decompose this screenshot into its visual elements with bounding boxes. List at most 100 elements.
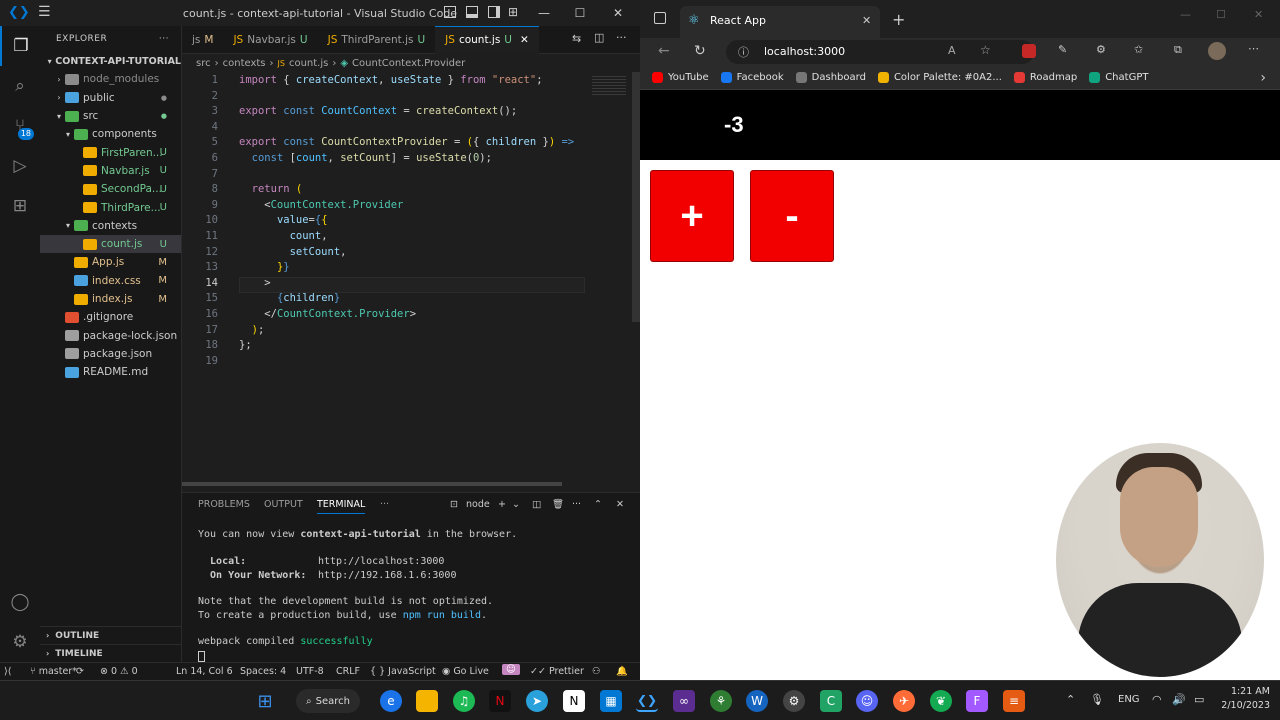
terminal-network-url[interactable]: http://192.168.1.6:3000: [318, 570, 456, 581]
camtasia-icon[interactable]: C: [820, 690, 842, 712]
figma-icon[interactable]: F: [966, 690, 988, 712]
layout-panel-icon[interactable]: [466, 6, 478, 18]
store-icon[interactable]: ▦: [600, 690, 622, 712]
spotify-icon[interactable]: ♫: [453, 690, 475, 712]
address-bar[interactable]: ⓘ localhost:3000 A ☆: [726, 40, 1034, 64]
notion-icon[interactable]: N: [563, 690, 585, 712]
tree-item[interactable]: package.json: [40, 345, 181, 363]
close-tab-icon[interactable]: ✕: [862, 14, 871, 27]
windows-start-icon[interactable]: ⊞: [254, 690, 276, 712]
tab-thirdparent[interactable]: JS ThirdParent.js U: [318, 26, 436, 54]
code-line[interactable]: export const CountContext = createContex…: [239, 105, 517, 117]
settings-gear-icon[interactable]: ⚙: [0, 622, 40, 662]
chevron-down-icon[interactable]: ⌄: [512, 499, 520, 510]
browser-tab-react-app[interactable]: ⚛ React App ✕: [680, 6, 880, 38]
run-debug-icon[interactable]: ▷: [0, 146, 40, 186]
tree-item[interactable]: ▾ contexts: [40, 217, 181, 235]
breadcrumb-symbol[interactable]: CountContext.Provider: [352, 58, 465, 69]
telegram-icon[interactable]: ➤: [526, 690, 548, 712]
tree-item[interactable]: SecondPa... U: [40, 180, 181, 198]
extensions-icon[interactable]: ⊞: [0, 186, 40, 226]
problems-indicator[interactable]: ⊗ 0 ⚠ 0: [100, 666, 138, 677]
word-icon[interactable]: W: [746, 690, 768, 712]
code-line[interactable]: value={{: [239, 214, 328, 226]
postman-icon[interactable]: ✈: [893, 690, 915, 712]
feedback-icon[interactable]: ⚇: [592, 666, 601, 677]
extension-icon[interactable]: [1022, 44, 1036, 58]
code-line[interactable]: >: [239, 277, 270, 289]
trash-icon[interactable]: 🗑: [552, 499, 564, 510]
taskbar-search[interactable]: ⌕ Search: [296, 689, 360, 713]
add-terminal-icon[interactable]: +: [498, 499, 506, 510]
editor-more-icon[interactable]: ···: [616, 31, 627, 44]
vertical-scrollbar[interactable]: [632, 72, 640, 322]
account-icon[interactable]: ◯: [0, 582, 40, 622]
tab-output[interactable]: OUTPUT: [264, 499, 303, 510]
code-line[interactable]: <CountContext.Provider: [239, 199, 403, 211]
bookmark-item[interactable]: YouTube: [652, 72, 709, 83]
terminal-local-url[interactable]: http://localhost:3000: [318, 556, 444, 567]
vscode-taskbar-icon[interactable]: ❮❯: [636, 690, 658, 712]
timeline-section[interactable]: › TIMELINE: [40, 644, 182, 662]
maximize-button[interactable]: ☐: [1216, 8, 1226, 21]
bell-icon[interactable]: 🔔: [616, 666, 628, 677]
layout-sidebar-icon[interactable]: [444, 6, 456, 18]
tree-item[interactable]: ▾ components: [40, 125, 181, 143]
close-window-button[interactable]: ✕: [600, 0, 636, 26]
tab-count[interactable]: JS count.js U ✕: [435, 25, 539, 54]
collections-icon[interactable]: ⧉: [1174, 43, 1182, 57]
settings-more-icon[interactable]: ⋯: [1248, 42, 1259, 55]
tab-js[interactable]: js M: [182, 26, 223, 54]
back-icon[interactable]: ←: [658, 43, 670, 59]
tree-item[interactable]: README.md: [40, 363, 181, 381]
language-indicator[interactable]: ENG: [1118, 694, 1140, 705]
code-line[interactable]: return (: [239, 183, 303, 195]
horizontal-scrollbar[interactable]: [182, 482, 562, 486]
file-explorer-icon[interactable]: [416, 690, 438, 712]
panel-more-icon[interactable]: ···: [572, 499, 581, 510]
tree-item[interactable]: count.js U: [40, 234, 181, 254]
maximize-button[interactable]: ☐: [562, 0, 598, 26]
tree-item[interactable]: FirstParen... U: [40, 143, 181, 161]
cursor-position[interactable]: Ln 14, Col 6: [176, 666, 233, 677]
code-editor[interactable]: 1 import { createContext, useState } from…: [182, 72, 640, 486]
bookmark-item[interactable]: ChatGPT: [1089, 72, 1148, 83]
outline-section[interactable]: › OUTLINE: [40, 626, 182, 644]
code-line[interactable]: </CountContext.Provider>: [239, 308, 416, 320]
code-line[interactable]: };: [239, 339, 252, 351]
code-line[interactable]: setCount,: [239, 246, 347, 258]
tree-item[interactable]: Navbar.js U: [40, 162, 181, 180]
microphone-icon[interactable]: 🎙: [1090, 693, 1104, 706]
chevron-up-icon[interactable]: ⌃: [1066, 693, 1075, 706]
more-bookmarks-icon[interactable]: ›: [1260, 70, 1266, 86]
pen-icon[interactable]: ✎: [1058, 43, 1067, 56]
tab-terminal[interactable]: TERMINAL: [317, 499, 366, 514]
close-tab-icon[interactable]: ✕: [520, 34, 529, 46]
code-line[interactable]: count,: [239, 230, 328, 242]
prettier-indicator[interactable]: ✓✓ Prettier: [530, 666, 584, 677]
explorer-icon[interactable]: ❐: [0, 26, 40, 66]
code-line[interactable]: const [count, setCount] = useState(0);: [239, 152, 492, 164]
app-icon-green[interactable]: ⚘: [710, 690, 732, 712]
layout-secondary-sidebar-icon[interactable]: [488, 6, 500, 18]
info-icon[interactable]: ⓘ: [738, 44, 749, 60]
discord-icon[interactable]: ☺: [856, 690, 878, 712]
search-icon[interactable]: ⌕: [0, 66, 40, 106]
favorites-icon[interactable]: ✩: [1134, 43, 1143, 56]
bookmark-item[interactable]: Facebook: [720, 72, 784, 83]
breadcrumb-contexts[interactable]: contexts: [223, 58, 266, 69]
tab-actions-icon[interactable]: [654, 12, 666, 24]
wifi-icon[interactable]: ◠: [1152, 693, 1162, 706]
tree-item[interactable]: package-lock.json: [40, 326, 181, 344]
edge-icon[interactable]: e: [380, 690, 402, 712]
project-root[interactable]: ▾ CONTEXT-API-TUTORIAL: [40, 52, 181, 70]
read-aloud-icon[interactable]: A: [948, 44, 956, 57]
extensions-puzzle-icon[interactable]: ⚙: [1096, 43, 1106, 56]
minimap[interactable]: [592, 76, 626, 96]
terminal-shell-name[interactable]: node: [466, 499, 490, 510]
favorite-star-icon[interactable]: ☆: [980, 43, 991, 57]
bookmark-item[interactable]: Roadmap: [1013, 72, 1077, 83]
app-icon-orange[interactable]: ≡: [1003, 690, 1025, 712]
tree-item[interactable]: › node_modules: [40, 70, 181, 88]
breadcrumb-src[interactable]: src: [196, 58, 211, 69]
